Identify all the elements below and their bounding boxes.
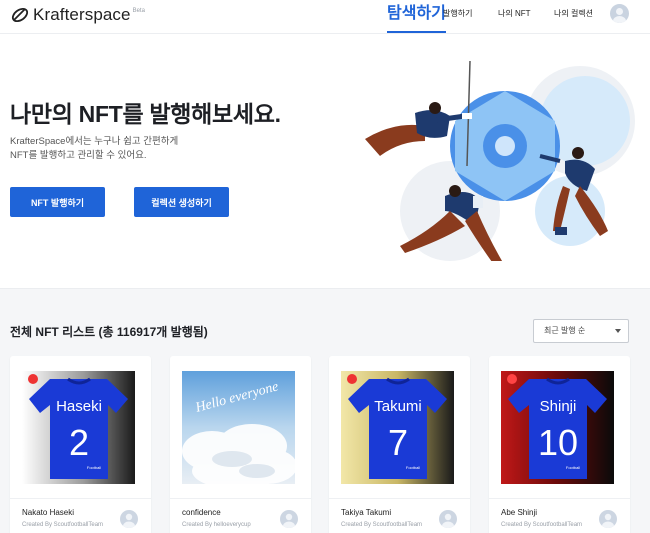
jersey-artwork: Shinji 10 Football: [501, 371, 614, 484]
nft-image: Shinji 10 Football: [501, 371, 614, 484]
brand-name: Krafterspace: [33, 5, 131, 24]
mint-nft-button[interactable]: NFT 발행하기: [10, 187, 105, 217]
jersey-logo-text: Football: [87, 465, 101, 470]
creator-avatar: [280, 510, 298, 528]
nft-name: Takiya Takumi: [341, 508, 392, 517]
card-divider: [170, 498, 311, 499]
card-divider: [329, 498, 470, 499]
nft-creator: Created By ScoutfootballTeam: [22, 522, 104, 528]
card-divider: [10, 498, 151, 499]
jersey-logo-text: Football: [566, 465, 580, 470]
sort-dropdown[interactable]: 최근 발행 순: [533, 319, 629, 343]
nav-my-nft[interactable]: 나의 NFT: [498, 0, 531, 33]
jersey-number: 7: [388, 422, 408, 463]
creator-avatar: [599, 510, 617, 528]
hero-description: KrafterSpace에서는 누구나 쉽고 간편하게 NFT를 발행하고 관리…: [10, 135, 240, 163]
nft-name: Nakato Haseki: [22, 508, 75, 517]
creator-avatar: [439, 510, 457, 528]
nft-name: confidence: [182, 508, 221, 517]
nft-list-title: 전체 NFT 리스트 (총 116917개 발행됨): [10, 325, 208, 339]
jersey-number: 10: [538, 422, 578, 463]
nft-image: Haseki 2 Football: [22, 371, 135, 484]
nft-creator: Created By ScoutfootballTeam: [341, 522, 423, 528]
nav-explore[interactable]: 탐색하기: [387, 0, 446, 33]
hero-title: 나만의 NFT를 발행해보세요.: [10, 101, 281, 127]
hero-section: 나만의 NFT를 발행해보세요. KrafterSpace에서는 누구나 쉽고 …: [0, 35, 650, 287]
nft-image: Takumi 7 Football: [341, 371, 454, 484]
nav-mint[interactable]: 발행하기: [443, 0, 472, 33]
avatar-icon: [283, 513, 295, 528]
jersey-name: Takumi: [374, 398, 422, 415]
jersey-logo-text: Football: [406, 465, 420, 470]
create-collection-button[interactable]: 컬렉션 생성하기: [134, 187, 229, 217]
avatar-icon: [442, 513, 454, 528]
chevron-down-icon: [615, 329, 621, 333]
jersey-number: 2: [69, 422, 89, 463]
hero-illustration: [365, 61, 635, 261]
hero-desc-line2: NFT를 발행하고 관리할 수 있어요.: [10, 150, 147, 161]
jersey-name: Shinji: [540, 398, 577, 415]
logo-mark-icon: [11, 7, 29, 23]
creator-avatar: [120, 510, 138, 528]
nft-card[interactable]: Hello everyone confidence Created By hel…: [170, 356, 311, 533]
avatar-icon: [123, 513, 135, 528]
sort-selected-label: 최근 발행 순: [544, 326, 586, 335]
avatar-icon: [613, 8, 626, 23]
brand-badge: Beta: [132, 8, 145, 14]
jersey-artwork: Haseki 2 Football: [22, 371, 135, 484]
top-header: Krafterspace Beta 탐색하기 발행하기 나의 NFT 나의 컬렉…: [0, 0, 650, 34]
nft-image: Hello everyone: [182, 371, 295, 484]
brand-logo[interactable]: Krafterspace Beta: [10, 5, 145, 25]
card-divider: [489, 498, 630, 499]
avatar-icon: [602, 513, 614, 528]
jersey-artwork: Takumi 7 Football: [341, 371, 454, 484]
nft-card[interactable]: Takumi 7 Football Takiya Takumi Created …: [329, 356, 470, 533]
hero-desc-line1: KrafterSpace에서는 누구나 쉽고 간편하게: [10, 136, 179, 147]
jersey-name: Haseki: [56, 398, 102, 415]
nft-creator: Created By helloeverycup: [182, 522, 251, 528]
nft-name: Abe Shinji: [501, 508, 538, 517]
nft-card[interactable]: Haseki 2 Football Nakato Haseki Created …: [10, 356, 151, 533]
user-avatar[interactable]: [610, 4, 629, 23]
nav-my-collection[interactable]: 나의 컬렉션: [554, 0, 593, 33]
nft-card[interactable]: Shinji 10 Football Abe Shinji Created By…: [489, 356, 630, 533]
cloud-artwork: Hello everyone: [182, 371, 295, 484]
nft-creator: Created By ScoutfootballTeam: [501, 522, 583, 528]
